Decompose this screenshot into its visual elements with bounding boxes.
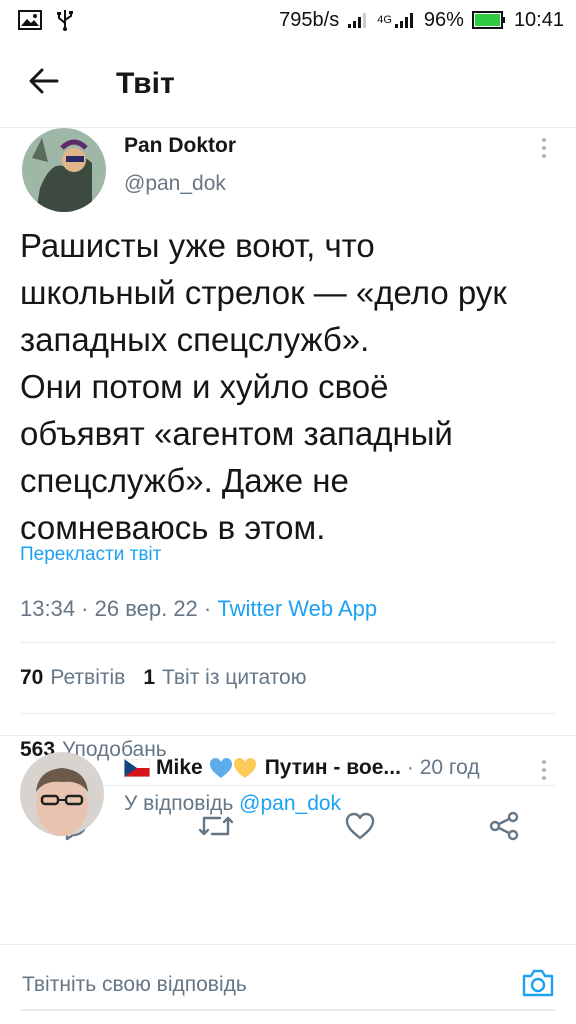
like-icon (344, 811, 376, 846)
more-vertical-icon (541, 137, 547, 164)
retweets-label: Ретвітів (50, 666, 126, 689)
tweet-text: Рашисты уже воют, что школьный стрелок —… (20, 227, 507, 546)
quotes-label: Твіт із цитатою (162, 666, 307, 689)
author-handle[interactable]: @pan_dok (124, 172, 226, 196)
divider (20, 642, 556, 643)
tweet-meta: 13:34 · 26 вер. 22 · Twitter Web App (20, 596, 377, 622)
status-bar: 795b/s 4G 96% 10:41 (0, 0, 576, 40)
reply-header: Mike Путин - вое... · 20 год (124, 756, 480, 780)
reply-to-mention[interactable]: @pan_dok (239, 792, 341, 815)
network-type: 4G (377, 14, 392, 26)
battery-icon (471, 11, 506, 29)
divider (20, 713, 556, 714)
retweet-stats: 70 Ретвітів 1 Твіт із цитатою (20, 666, 306, 690)
reply-input[interactable] (20, 959, 490, 1011)
reply-to-label: У відповідь (124, 792, 240, 815)
avatar[interactable] (22, 128, 106, 212)
more-options-button[interactable] (532, 136, 556, 164)
reply-to-line: У відповідь @pan_dok (124, 792, 341, 816)
camera-icon (521, 968, 555, 1003)
clock: 10:41 (513, 8, 564, 31)
share-button[interactable] (480, 804, 528, 852)
page-title: Твіт (116, 66, 175, 100)
app-header: Твіт (0, 40, 576, 128)
reply-author-name[interactable]: Mike (156, 756, 203, 780)
more-vertical-icon (541, 759, 547, 786)
image-icon (18, 10, 42, 30)
usb-icon (56, 9, 74, 31)
signal-icon (347, 11, 369, 29)
section-divider (0, 735, 576, 736)
reply-more-button[interactable] (532, 758, 556, 786)
author-name[interactable]: Pan Doktor (124, 134, 236, 158)
blue-heart-icon (209, 757, 233, 779)
retweets-count: 70 (20, 666, 44, 689)
czech-flag-icon (124, 759, 150, 777)
network-speed: 795b/s (279, 8, 340, 31)
quotes-count: 1 (143, 666, 155, 689)
retweet-icon (198, 812, 234, 845)
share-icon (488, 811, 520, 846)
input-underline (20, 1009, 556, 1011)
like-button[interactable] (336, 804, 384, 852)
retweets-stat[interactable]: 70 Ретвітів (20, 666, 125, 690)
arrow-left-icon (29, 68, 59, 99)
tweet-timestamp: 13:34 · 26 вер. 22 · (20, 596, 218, 621)
reply-avatar[interactable] (20, 752, 104, 836)
reply-time: · 20 год (406, 756, 480, 779)
signal-icon (394, 11, 416, 29)
quotes-stat[interactable]: 1 Твіт із цитатою (143, 666, 306, 690)
battery-percent: 96% (423, 8, 464, 31)
reply-author-suffix[interactable]: Путин - вое... (265, 756, 401, 780)
camera-button[interactable] (518, 965, 558, 1005)
tweet-client-link[interactable]: Twitter Web App (217, 596, 377, 621)
yellow-heart-icon (233, 757, 257, 779)
compose-bar (0, 944, 576, 1024)
translate-tweet-link[interactable]: Перекласти твіт (20, 544, 161, 566)
back-button[interactable] (20, 60, 68, 108)
